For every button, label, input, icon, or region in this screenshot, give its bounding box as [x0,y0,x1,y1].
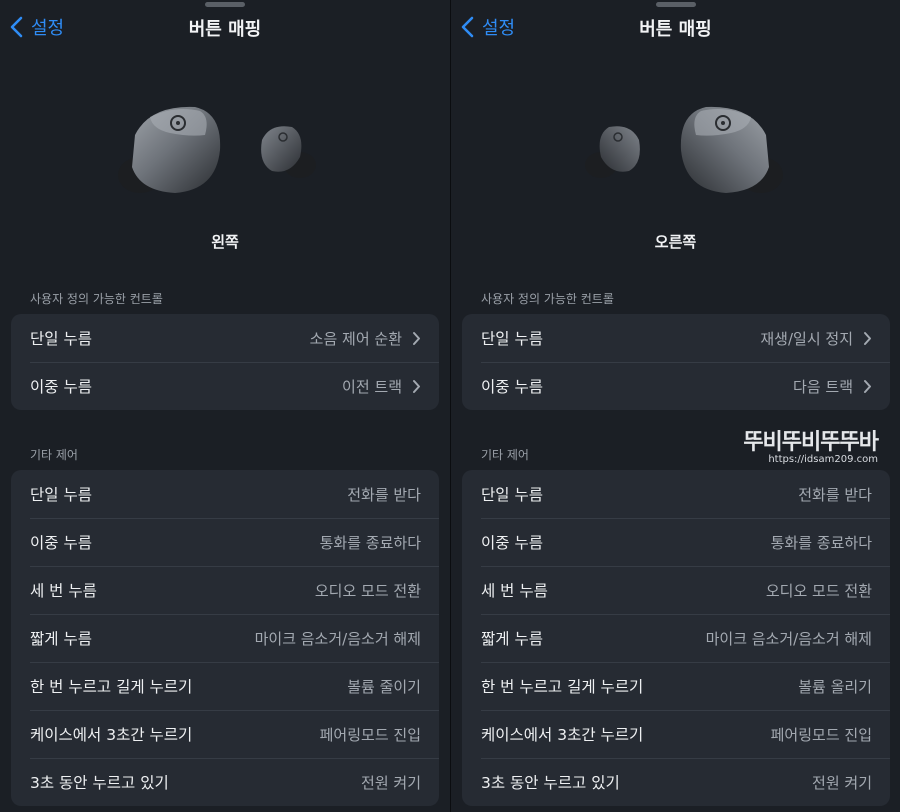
nav-bar: 설정 버튼 매핑 [0,0,450,52]
screens: 설정 버튼 매핑 왼쪽 사용자 정의 가능한 컨트롤 단일 누름 소음 제어 순… [0,0,900,812]
screen-right: 설정 버튼 매핑 오른쪽 사용자 정의 가능한 컨트롤 단일 누름 재생/일시 … [450,0,900,812]
row-label: 짧게 누름 [30,630,92,648]
row-value: 통화를 종료하다 [770,533,872,552]
row-label: 이중 누름 [481,378,543,396]
list-item: 단일 누름 전화를 받다 [462,470,890,518]
watermark: 뚜비뚜비뚜뚜바 https://idsam209.com [743,424,879,465]
row-label: 한 번 누르고 길게 누르기 [481,678,644,696]
row-value: 볼륨 줄이기 [347,677,421,696]
row-label: 짧게 누름 [481,630,543,648]
list-item: 3초 동안 누르고 있기 전원 켜기 [462,758,890,806]
row-label: 세 번 누름 [481,582,548,600]
row-value: 전화를 받다 [347,485,421,504]
row-label: 단일 누름 [30,486,92,504]
side-label: 왼쪽 [211,233,239,251]
chevron-right-icon [864,379,871,393]
side-label: 오른쪽 [654,233,697,251]
list-item: 세 번 누름 오디오 모드 전환 [11,566,439,614]
earbuds-image [451,95,900,210]
earbuds-image [0,95,450,210]
row-value: 소음 제어 순환 [309,329,402,348]
section-title-custom: 사용자 정의 가능한 컨트롤 [481,292,614,306]
watermark-logo: 뚜비뚜비뚜뚜바 [743,430,879,455]
watermark-url: https://idsam209.com [768,454,878,465]
row-label: 케이스에서 3초간 누르기 [30,726,193,744]
row-value: 전원 켜기 [812,773,872,792]
row-value: 전화를 받다 [798,485,872,504]
list-item[interactable]: 단일 누름 소음 제어 순환 [11,314,439,362]
list-item: 케이스에서 3초간 누르기 페어링모드 진입 [11,710,439,758]
list-item: 3초 동안 누르고 있기 전원 켜기 [11,758,439,806]
other-controls-card: 단일 누름 전화를 받다 이중 누름 통화를 종료하다 세 번 누름 오디오 모드 전… [462,470,890,806]
custom-controls-card: 단일 누름 재생/일시 정지 이중 누름 다음 트랙 [462,314,890,410]
row-label: 한 번 누르고 길게 누르기 [30,678,193,696]
list-item[interactable]: 이중 누름 이전 트랙 [11,362,439,410]
row-value: 다음 트랙 [793,377,853,396]
row-label: 단일 누름 [30,330,92,348]
screen-left: 설정 버튼 매핑 왼쪽 사용자 정의 가능한 컨트롤 단일 누름 소음 제어 순… [0,0,450,812]
row-value: 통화를 종료하다 [319,533,421,552]
chevron-right-icon [413,331,420,345]
row-value: 이전 트랙 [342,377,402,396]
row-value: 오디오 모드 전환 [314,581,421,600]
list-item: 짧게 누름 마이크 음소거/음소거 해제 [462,614,890,662]
section-title-custom: 사용자 정의 가능한 컨트롤 [30,292,163,306]
row-value: 볼륨 올리기 [798,677,872,696]
row-label: 이중 누름 [481,534,543,552]
row-value: 전원 켜기 [361,773,421,792]
list-item: 이중 누름 통화를 종료하다 [462,518,890,566]
row-value: 마이크 음소거/음소거 해제 [254,629,421,648]
row-label: 단일 누름 [481,330,543,348]
list-item[interactable]: 이중 누름 다음 트랙 [462,362,890,410]
row-label: 케이스에서 3초간 누르기 [481,726,644,744]
row-label: 단일 누름 [481,486,543,504]
page-title: 버튼 매핑 [188,19,262,40]
list-item: 한 번 누르고 길게 누르기 볼륨 줄이기 [11,662,439,710]
section-title-other: 기타 제어 [481,448,529,462]
list-item: 단일 누름 전화를 받다 [11,470,439,518]
row-label: 이중 누름 [30,378,92,396]
list-item: 한 번 누르고 길게 누르기 볼륨 올리기 [462,662,890,710]
page-title: 버튼 매핑 [639,19,712,40]
list-item: 이중 누름 통화를 종료하다 [11,518,439,566]
row-value: 마이크 음소거/음소거 해제 [705,629,872,648]
row-value: 페어링모드 진입 [770,725,872,744]
other-controls-card: 단일 누름 전화를 받다 이중 누름 통화를 종료하다 세 번 누름 오디오 모드 전… [11,470,439,806]
nav-bar: 설정 버튼 매핑 [451,0,900,52]
row-label: 3초 동안 누르고 있기 [481,774,620,792]
row-label: 세 번 누름 [30,582,97,600]
list-item[interactable]: 단일 누름 재생/일시 정지 [462,314,890,362]
list-item: 짧게 누름 마이크 음소거/음소거 해제 [11,614,439,662]
section-title-other: 기타 제어 [30,448,78,462]
chevron-right-icon [413,379,420,393]
row-value: 재생/일시 정지 [760,329,853,348]
chevron-right-icon [864,331,871,345]
row-value: 페어링모드 진입 [319,725,421,744]
row-value: 오디오 모드 전환 [765,581,872,600]
row-label: 3초 동안 누르고 있기 [30,774,169,792]
list-item: 세 번 누름 오디오 모드 전환 [462,566,890,614]
custom-controls-card: 단일 누름 소음 제어 순환 이중 누름 이전 트랙 [11,314,439,410]
row-label: 이중 누름 [30,534,92,552]
list-item: 케이스에서 3초간 누르기 페어링모드 진입 [462,710,890,758]
